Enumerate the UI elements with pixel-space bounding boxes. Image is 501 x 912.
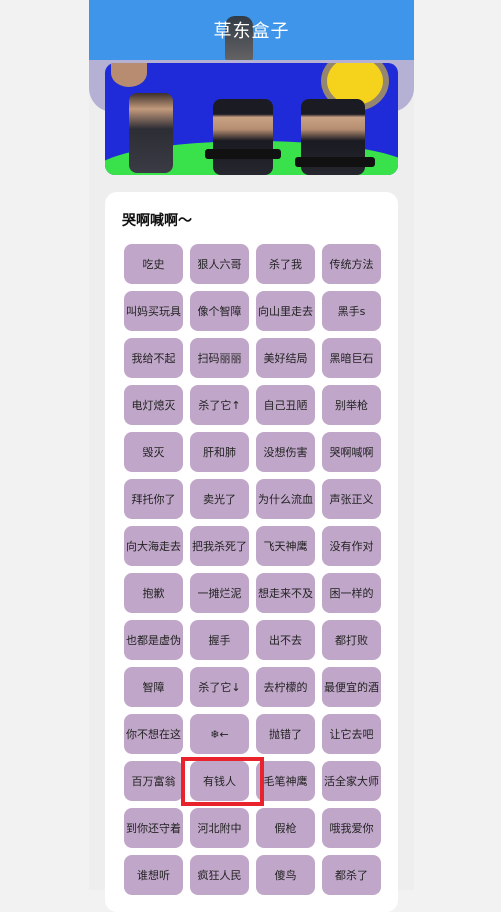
sound-button[interactable]: 狠人六哥 — [190, 244, 249, 284]
sound-button[interactable]: 最便宜的酒 — [322, 667, 381, 707]
sound-button-selected[interactable]: 有钱人 — [190, 761, 249, 801]
sound-button[interactable]: 出不去 — [256, 620, 315, 660]
sound-button[interactable]: 黑暗巨石 — [322, 338, 381, 378]
sound-button[interactable]: 活全家大师 — [322, 761, 381, 801]
sound-button[interactable]: 肝和肺 — [190, 432, 249, 472]
sound-board-card: 哭啊喊啊～ 吃史 狠人六哥 杀了我 传统方法 叫妈买玩具 像个智障 向山里走去 … — [105, 192, 398, 912]
banner-image — [105, 63, 398, 175]
banner-police-figure — [213, 99, 273, 175]
sound-button[interactable]: 也都是虚伪 — [124, 620, 183, 660]
sound-button[interactable]: 毛笔神鹰 — [256, 761, 315, 801]
sound-button[interactable]: 疯狂人民 — [190, 855, 249, 895]
sound-button[interactable]: 都打败 — [322, 620, 381, 660]
sound-button[interactable]: 飞天神鹰 — [256, 526, 315, 566]
sound-button[interactable]: 智障 — [124, 667, 183, 707]
sound-button[interactable]: 传统方法 — [322, 244, 381, 284]
sound-button[interactable]: 向山里走去 — [256, 291, 315, 331]
sound-button[interactable]: 叫妈买玩具 — [124, 291, 183, 331]
sound-button[interactable]: 吃史 — [124, 244, 183, 284]
sound-button[interactable]: 傻鸟 — [256, 855, 315, 895]
sound-button[interactable]: 声张正义 — [322, 479, 381, 519]
sound-button[interactable]: 为什么流血 — [256, 479, 315, 519]
sound-button-grid: 吃史 狠人六哥 杀了我 传统方法 叫妈买玩具 像个智障 向山里走去 黑手s 我给… — [124, 244, 381, 895]
banner-sitting-person — [129, 93, 173, 173]
sound-button[interactable]: 卖光了 — [190, 479, 249, 519]
sound-button[interactable]: 别举枪 — [322, 385, 381, 425]
banner-gun — [205, 149, 281, 159]
sound-button[interactable]: 都杀了 — [322, 855, 381, 895]
sound-button[interactable]: 河北附中 — [190, 808, 249, 848]
sound-button[interactable]: 抛错了 — [256, 714, 315, 754]
sound-button[interactable]: 抱歉 — [124, 573, 183, 613]
sound-button[interactable]: 哦我爱你 — [322, 808, 381, 848]
sound-button[interactable]: 像个智障 — [190, 291, 249, 331]
sound-button[interactable]: 向大海走去 — [124, 526, 183, 566]
sound-button[interactable]: 想走来不及 — [256, 573, 315, 613]
sound-button[interactable]: 扫码丽丽 — [190, 338, 249, 378]
sound-button[interactable]: 你不想在这 — [124, 714, 183, 754]
sound-button[interactable]: 美好结局 — [256, 338, 315, 378]
sound-button[interactable]: 到你还守着 — [124, 808, 183, 848]
sound-button[interactable]: 杀了我 — [256, 244, 315, 284]
sound-button[interactable]: 一摊烂泥 — [190, 573, 249, 613]
sound-button[interactable]: 去柠檬的 — [256, 667, 315, 707]
app-header: 草东盒子 — [89, 0, 414, 60]
sound-button[interactable]: 没想伤害 — [256, 432, 315, 472]
sound-button[interactable]: 把我杀死了 — [190, 526, 249, 566]
sound-button[interactable]: 毁灭 — [124, 432, 183, 472]
sound-button[interactable]: 黑手s — [322, 291, 381, 331]
sound-button[interactable]: 让它去吧 — [322, 714, 381, 754]
sound-button[interactable]: 百万富翁 — [124, 761, 183, 801]
sound-button[interactable]: 杀了它↑ — [190, 385, 249, 425]
sound-button[interactable]: 自己丑陋 — [256, 385, 315, 425]
sound-button[interactable]: 没有作对 — [322, 526, 381, 566]
sound-button[interactable]: 我给不起 — [124, 338, 183, 378]
app-page: 草东盒子 哭啊喊啊～ 吃史 狠人六哥 杀了我 传统方法 叫妈买玩具 像个智障 向… — [89, 0, 414, 912]
sound-button[interactable]: 困一样的 — [322, 573, 381, 613]
sound-button[interactable]: ❄← — [190, 714, 249, 754]
sound-button[interactable]: 电灯熄灭 — [124, 385, 183, 425]
sound-button[interactable]: 谁想听 — [124, 855, 183, 895]
sound-button[interactable]: 拜托你了 — [124, 479, 183, 519]
sound-button[interactable]: 假枪 — [256, 808, 315, 848]
banner-gun — [295, 157, 375, 167]
sound-button[interactable]: 杀了它↓ — [190, 667, 249, 707]
app-title: 草东盒子 — [213, 21, 290, 42]
sound-button[interactable]: 哭啊喊啊 — [322, 432, 381, 472]
banner-face — [111, 63, 147, 87]
sound-button[interactable]: 握手 — [190, 620, 249, 660]
section-title: 哭啊喊啊～ — [122, 213, 192, 229]
